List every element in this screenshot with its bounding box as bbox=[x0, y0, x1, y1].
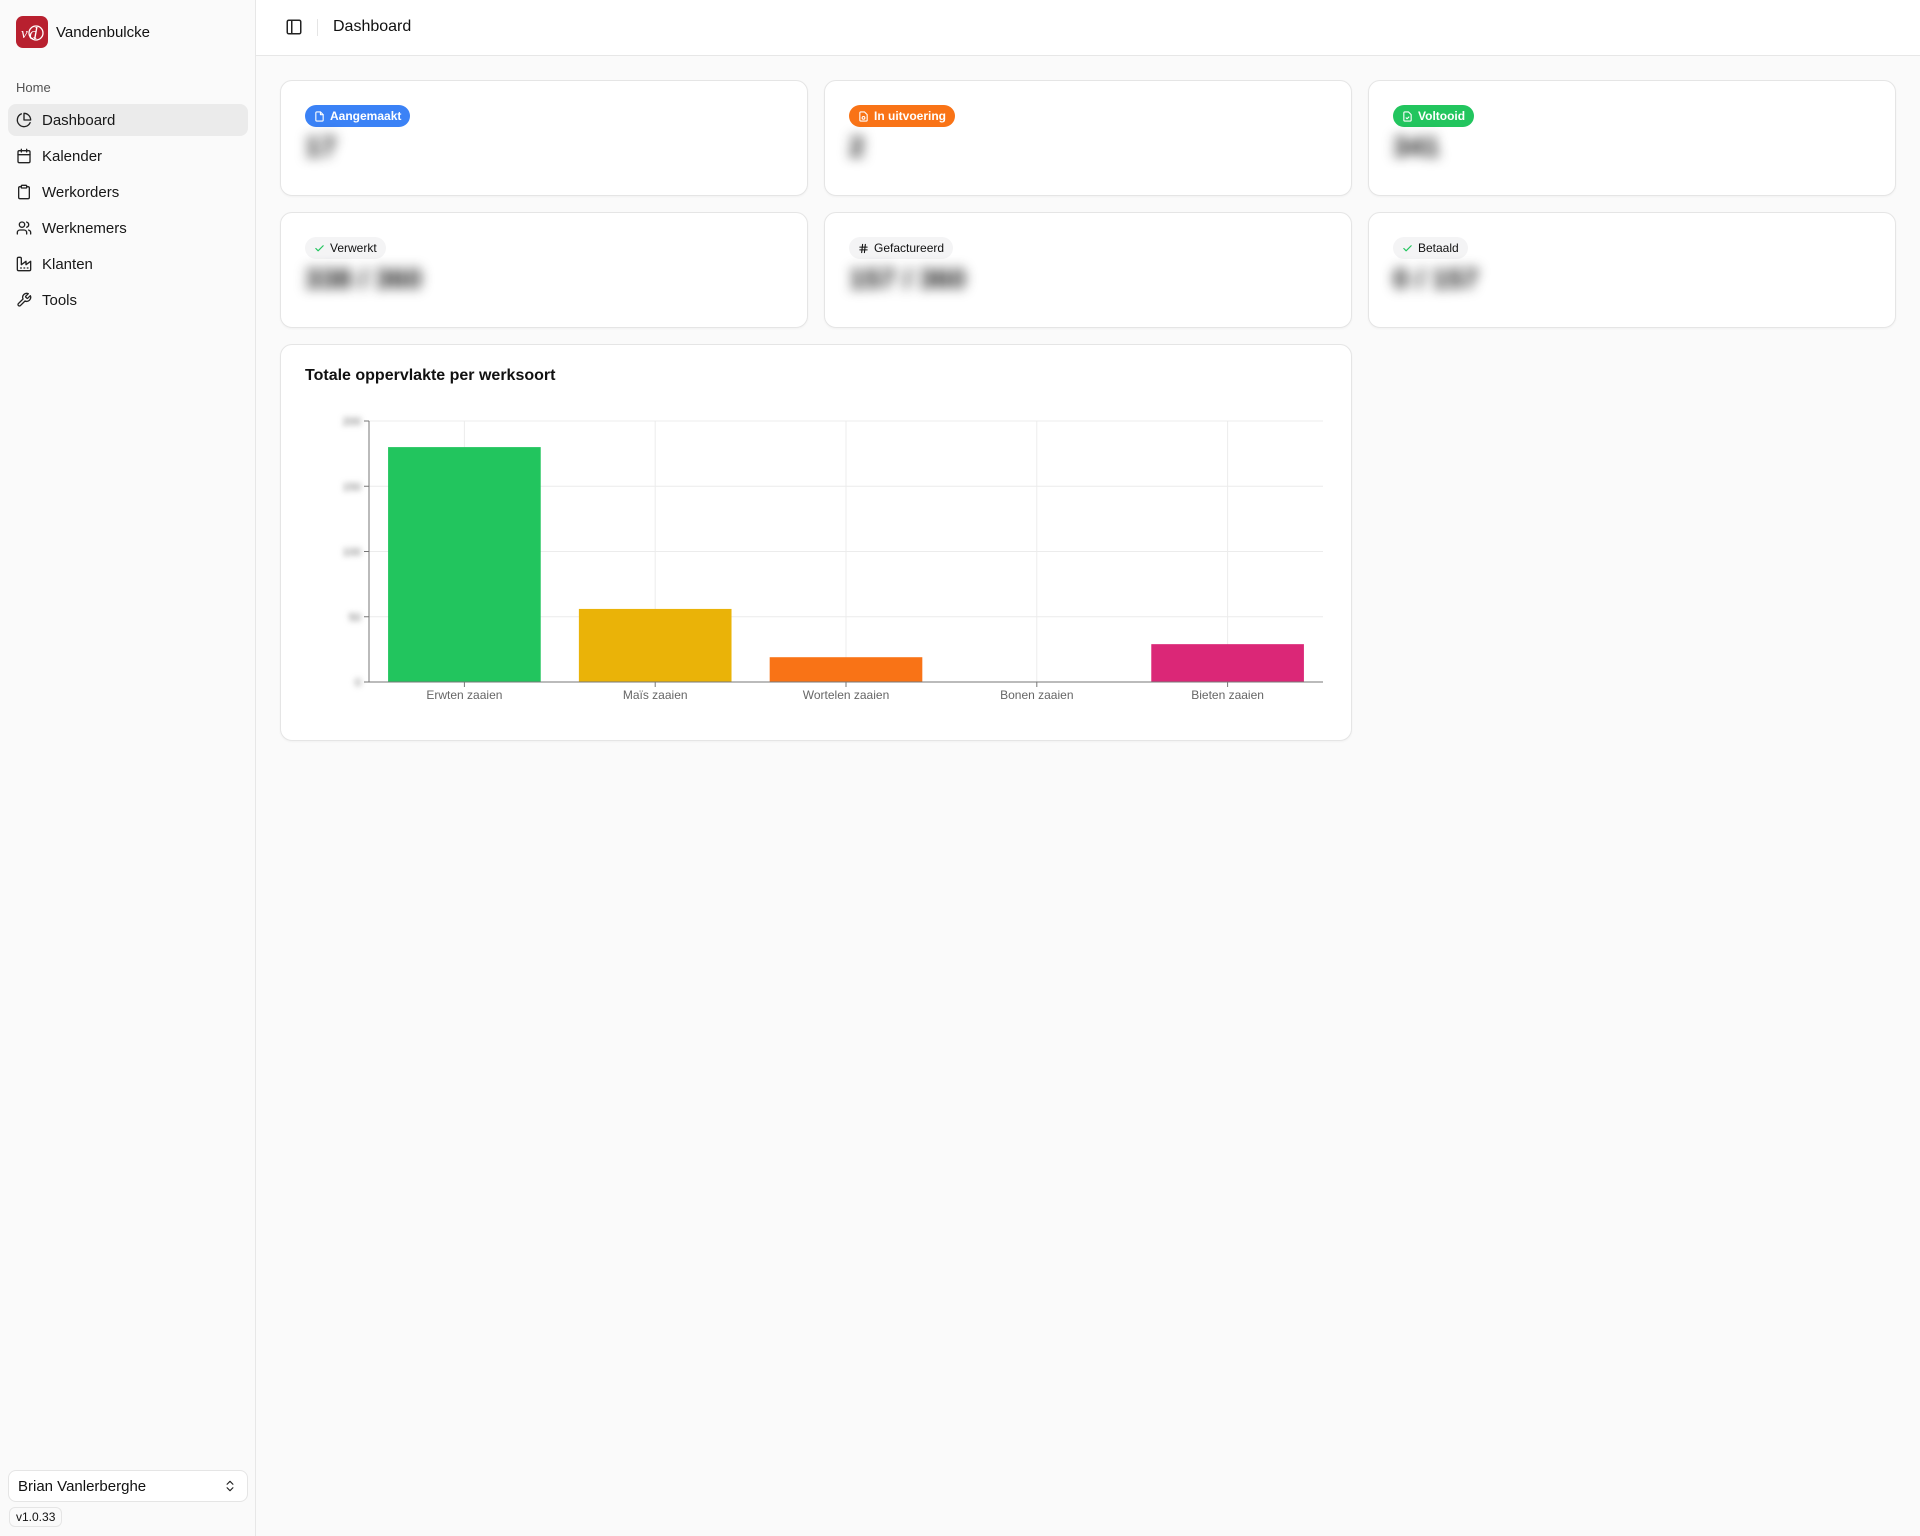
file-check-icon bbox=[1403, 110, 1412, 122]
nav-group-label: Home bbox=[16, 80, 51, 95]
sidebar-item-werkorders[interactable]: Werkorders bbox=[8, 176, 248, 208]
brand[interactable]: v d Vandenbulcke bbox=[16, 16, 150, 48]
check-icon bbox=[1403, 244, 1412, 251]
stat-card-betaald: Betaald 0 / 157 bbox=[1368, 212, 1896, 328]
sidebar-item-klanten[interactable]: Klanten bbox=[8, 248, 248, 280]
user-name: Brian Vanlerberghe bbox=[18, 1477, 147, 1495]
clipboard-icon bbox=[18, 184, 30, 200]
sidebar-item-kalender[interactable]: Kalender bbox=[8, 140, 248, 172]
status-badge: In uitvoering bbox=[849, 105, 955, 127]
sidebar-item-label: Klanten bbox=[42, 255, 93, 273]
sidebar-item-label: Werknemers bbox=[42, 219, 127, 237]
bar-bieten-zaaien bbox=[1151, 644, 1304, 682]
status-badge: Aangemaakt bbox=[305, 105, 411, 127]
brand-logo: v d bbox=[16, 16, 48, 48]
sidebar-nav: Dashboard Kalender Werkorders Werknemers… bbox=[8, 104, 248, 320]
sidebar-item-dashboard[interactable]: Dashboard bbox=[8, 104, 248, 136]
badge-label: Voltooid bbox=[1418, 109, 1466, 123]
sidebar-item-tools[interactable]: Tools bbox=[8, 284, 248, 316]
x-tick-label: Wortelen zaaien bbox=[803, 688, 890, 702]
badge-label: Aangemaakt bbox=[330, 109, 402, 123]
badge-label: Gefactureerd bbox=[874, 241, 945, 255]
check-icon bbox=[315, 244, 324, 251]
bar-wortelen-zaaien bbox=[769, 657, 923, 682]
users-icon bbox=[16, 221, 32, 235]
file-clock-icon bbox=[859, 110, 868, 122]
status-badge: Voltooid bbox=[1393, 105, 1475, 127]
stat-card-in-uitvoering: In uitvoering 2 bbox=[824, 80, 1352, 196]
bar-ma-s-zaaien bbox=[578, 608, 732, 682]
stat-card-verwerkt: Verwerkt 338 / 360 bbox=[280, 212, 808, 328]
sidebar-item-label: Tools bbox=[42, 291, 78, 309]
stat-value: 0 / 157 bbox=[1393, 263, 1479, 294]
status-badge: Gefactureerd bbox=[849, 237, 954, 259]
x-tick-label: Erwten zaaien bbox=[426, 688, 502, 702]
calendar-icon bbox=[17, 148, 31, 164]
badge-label: In uitvoering bbox=[874, 109, 946, 123]
x-tick-label: Bieten zaaien bbox=[1191, 688, 1264, 702]
top-header bbox=[256, 0, 1920, 56]
y-tick-label: 50 bbox=[349, 612, 361, 624]
sidebar: v d Vandenbulcke Home Dashboard Kalender… bbox=[0, 0, 256, 1536]
sidebar-item-label: Dashboard bbox=[42, 111, 116, 129]
stat-value: 341 bbox=[1393, 131, 1440, 162]
svg-text:v: v bbox=[21, 26, 28, 42]
stat-value: 338 / 360 bbox=[305, 263, 422, 294]
x-tick-label: Maïs zaaien bbox=[623, 688, 688, 702]
stat-value: 2 bbox=[849, 131, 865, 162]
wrench-icon bbox=[17, 292, 32, 307]
stat-value: 157 / 360 bbox=[849, 263, 966, 294]
sidebar-item-label: Kalender bbox=[42, 147, 103, 165]
stat-card-gefactureerd: Gefactureerd 157 / 360 bbox=[824, 212, 1352, 328]
y-tick-label: 150 bbox=[343, 481, 361, 493]
file-icon bbox=[315, 110, 324, 122]
sidebar-toggle-icon[interactable] bbox=[285, 18, 303, 36]
x-tick-label: Bonen zaaien bbox=[1000, 688, 1073, 702]
hash-icon bbox=[859, 243, 868, 253]
y-tick-label: 100 bbox=[343, 547, 361, 559]
brand-name: Vandenbulcke bbox=[56, 23, 150, 41]
status-badge: Betaald bbox=[1393, 237, 1468, 259]
stat-card-aangemaakt: Aangemaakt 17 bbox=[280, 80, 808, 196]
y-tick-label: 200 bbox=[343, 416, 361, 428]
badge-label: Betaald bbox=[1418, 241, 1459, 255]
sidebar-item-werknemers[interactable]: Werknemers bbox=[8, 212, 248, 244]
stat-value: 17 bbox=[305, 131, 337, 162]
y-tick-label: 0 bbox=[355, 677, 361, 689]
sidebar-item-label: Werkorders bbox=[42, 183, 120, 201]
bar-chart: 200 150 100 50 0 Erwten zaaien Maïs zaaien Wort… bbox=[343, 416, 1323, 702]
bar-erwten-zaaien bbox=[388, 447, 541, 682]
factory-icon bbox=[16, 256, 32, 272]
page-title: Dashboard bbox=[333, 18, 412, 35]
status-badge: Verwerkt bbox=[305, 237, 386, 259]
chart-card: Totale oppervlakte per werksoort 200 150 1… bbox=[280, 344, 1352, 741]
chevrons-up-down-icon bbox=[226, 1480, 234, 1492]
user-menu-button[interactable]: Brian Vanlerberghe bbox=[8, 1470, 248, 1502]
header-divider bbox=[317, 19, 318, 36]
pie-chart-icon bbox=[16, 112, 32, 128]
version-badge: v1.0.33 bbox=[9, 1507, 63, 1527]
stat-card-voltooid: Voltooid 341 bbox=[1368, 80, 1896, 196]
badge-label: Verwerkt bbox=[330, 241, 377, 255]
